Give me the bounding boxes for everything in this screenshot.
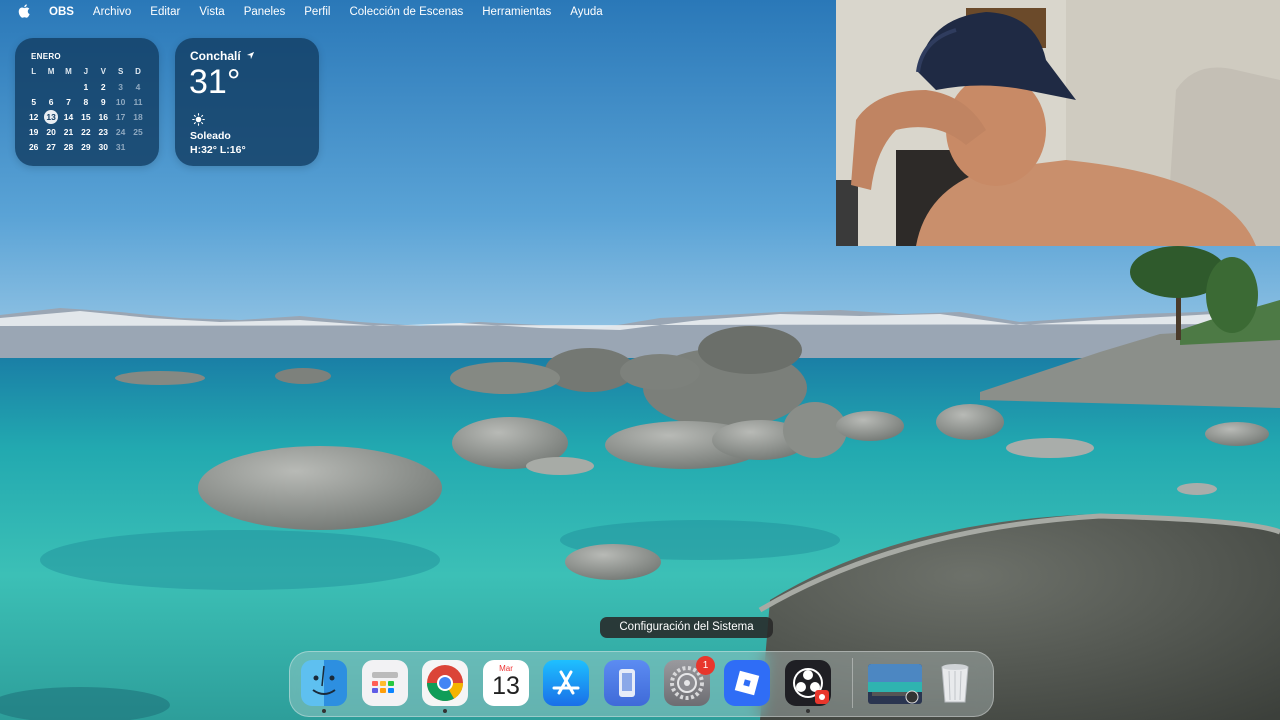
weekday-label: D: [135, 67, 141, 76]
chrome-icon[interactable]: [422, 660, 468, 706]
calendar-day: 26: [28, 141, 39, 152]
calendar-day: 6: [48, 96, 54, 107]
calendar-day: 29: [81, 141, 91, 152]
weekday-label: V: [100, 67, 106, 76]
calendar-day: 22: [81, 126, 91, 137]
screenshot-thumbnail-icon[interactable]: [868, 664, 922, 704]
weekday-label: M: [47, 67, 55, 76]
menu-archivo[interactable]: Archivo: [93, 6, 131, 18]
roblox-icon[interactable]: [724, 660, 770, 706]
apple-logo-icon[interactable]: [18, 3, 30, 21]
menu-vista[interactable]: Vista: [199, 6, 224, 18]
app-store-icon[interactable]: [543, 660, 589, 706]
calendar-day: 31: [115, 141, 126, 152]
calendar-day: 19: [28, 126, 39, 137]
calendar-day-today: 13: [42, 109, 59, 124]
calendar-day: 17: [115, 111, 126, 122]
weather-temperature: 31°: [189, 63, 241, 101]
weekday-label: S: [117, 67, 124, 76]
calendar-day: 20: [46, 126, 56, 137]
calendar-day: 28: [63, 141, 74, 152]
weather-widget[interactable]: Conchalí 31° Soleado H:32° L:16°: [175, 38, 319, 166]
menu-app-name[interactable]: OBS: [49, 6, 74, 18]
calendar-widget[interactable]: ENERO L M M J V S D 1 2 3 4 5 6 7 8 9 10…: [15, 38, 159, 166]
calendar-day: 15: [81, 111, 91, 122]
calendar-day: 9: [100, 96, 106, 107]
calendar-grid: L M M J V S D 1 2 3 4 5 6 7 8 9 10 11 12: [25, 64, 147, 154]
menu-perfil[interactable]: Perfil: [304, 6, 330, 18]
running-indicator: [443, 709, 447, 713]
calendar-day: 14: [63, 111, 74, 122]
calendar-day: [25, 79, 42, 94]
calendar-day: [60, 79, 77, 94]
menu-herramientas[interactable]: Herramientas: [482, 6, 551, 18]
webcam-overlay: [836, 0, 1280, 246]
calendar-day: 21: [63, 126, 74, 137]
calendar-day: 8: [83, 96, 89, 107]
calendar-day: 25: [133, 126, 143, 137]
calendar-day: [42, 79, 59, 94]
weekday-label: J: [83, 67, 89, 76]
running-indicator: [806, 709, 810, 713]
today-marker: 13: [44, 109, 59, 124]
calendar-day: 12: [28, 111, 39, 122]
menu-ayuda[interactable]: Ayuda: [570, 6, 602, 18]
running-indicator: [322, 709, 326, 713]
calendar-day: 30: [98, 141, 108, 152]
calendar-day: 16: [98, 111, 108, 122]
calendar-day: 7: [66, 96, 71, 107]
dock-tooltip: Configuración del Sistema: [600, 617, 773, 638]
calendar-day: 2: [100, 81, 106, 92]
notification-badge: 1: [696, 656, 715, 675]
weather-condition: Soleado: [190, 130, 231, 142]
launchpad-icon[interactable]: [362, 660, 408, 706]
calendar-day: 10: [115, 96, 126, 107]
calendar-day: 11: [133, 96, 143, 107]
calendar-day: [129, 139, 146, 154]
calendar-day: 4: [135, 81, 141, 92]
menu-editar[interactable]: Editar: [150, 6, 180, 18]
calendar-day: 1: [83, 81, 89, 92]
calendar-day: 24: [115, 126, 126, 137]
menu-coleccion-escenas[interactable]: Colección de Escenas: [349, 6, 463, 18]
weekday-label: L: [31, 67, 37, 76]
obs-icon[interactable]: [785, 660, 831, 706]
calendar-day: 27: [46, 141, 56, 152]
calendar-day: 5: [31, 96, 37, 107]
weather-high-low: H:32° L:16°: [190, 144, 246, 156]
menu-bar: OBS Archivo Editar Vista Paneles Perfil …: [0, 0, 1280, 24]
weather-city: Conchalí: [190, 49, 255, 63]
weather-city-label: Conchalí: [190, 49, 241, 63]
calendar-day: 3: [118, 81, 124, 92]
calendar-icon[interactable]: Mar 13: [483, 660, 529, 706]
trash-icon[interactable]: [932, 660, 978, 706]
menu-paneles[interactable]: Paneles: [244, 6, 286, 18]
calendar-day: 23: [98, 126, 108, 137]
dock-separator: [852, 658, 853, 708]
location-arrow-icon: [246, 51, 255, 60]
calendar-month: ENERO: [31, 52, 61, 61]
simulator-icon[interactable]: [604, 660, 650, 706]
weekday-label: M: [65, 67, 72, 76]
finder-icon[interactable]: [301, 660, 347, 706]
sun-icon: [192, 113, 205, 126]
calendar-day: 18: [133, 111, 143, 122]
calendar-icon-day: 13: [492, 672, 520, 700]
